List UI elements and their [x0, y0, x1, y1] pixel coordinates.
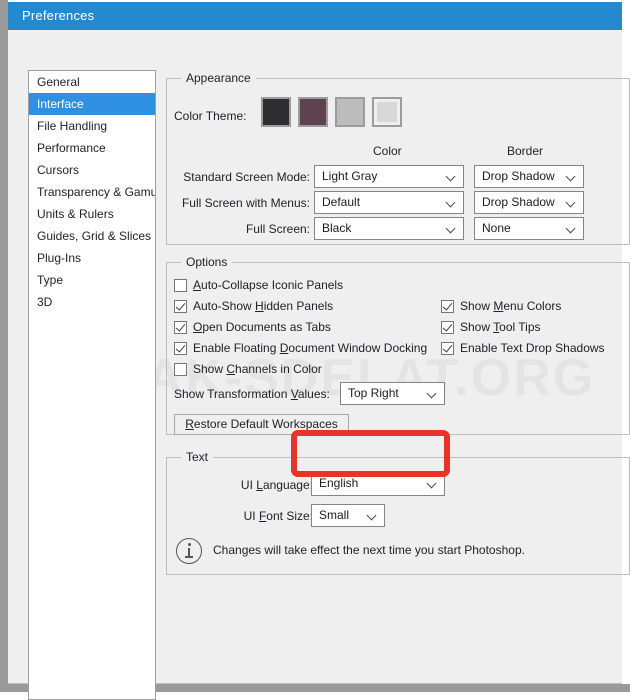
chevron-down-icon — [428, 480, 437, 486]
window-chrome-left — [0, 0, 8, 686]
appearance-border-value: Drop Shadow — [482, 169, 555, 183]
appearance-border-value: None — [482, 221, 511, 235]
appearance-border-select-0[interactable]: Drop Shadow — [474, 165, 584, 188]
sidebar-item-cursors[interactable]: Cursors — [29, 159, 155, 181]
checkbox-enable-floating-document-window-docking[interactable]: Enable Floating Document Window Docking — [174, 341, 427, 355]
checkbox-enable-text-drop-shadows[interactable]: Enable Text Drop Shadows — [441, 341, 605, 355]
appearance-border-value: Drop Shadow — [482, 195, 555, 209]
chevron-down-icon — [567, 173, 576, 179]
transformation-values-select[interactable]: Top Right — [340, 382, 445, 405]
sidebar-item-general[interactable]: General — [29, 71, 155, 93]
color-theme-swatch-light-gray[interactable] — [372, 97, 402, 127]
sidebar-item-transparency-gamut[interactable]: Transparency & Gamut — [29, 181, 155, 203]
transformation-values-value: Top Right — [348, 386, 399, 400]
window-title: Preferences — [22, 8, 95, 23]
sidebar-item-3d[interactable]: 3D — [29, 291, 155, 313]
appearance-group-title: Appearance — [181, 71, 256, 85]
color-theme-swatch-medium-gray[interactable] — [335, 97, 365, 127]
restore-default-workspaces-button[interactable]: Restore Default Workspaces — [174, 414, 349, 435]
sidebar-item-guides-grid-slices[interactable]: Guides, Grid & Slices — [29, 225, 155, 247]
checkbox-box[interactable] — [174, 320, 187, 334]
preferences-window: Preferences KAK-SDELAT.ORG General Interf… — [0, 0, 630, 700]
sidebar-item-performance[interactable]: Performance — [29, 137, 155, 159]
sidebar-item-plug-ins[interactable]: Plug-Ins — [29, 247, 155, 269]
checkbox-label: Enable Floating Document Window Docking — [193, 341, 428, 355]
sidebar-item-interface[interactable]: Interface — [29, 93, 155, 115]
color-theme-label: Color Theme: — [174, 109, 247, 123]
color-theme-swatch-plum[interactable] — [298, 97, 328, 127]
info-icon — [176, 538, 202, 564]
checkbox-box[interactable] — [441, 320, 454, 334]
appearance-border-select-1[interactable]: Drop Shadow — [474, 191, 584, 214]
checkbox-show-channels-in-color[interactable]: Show Channels in Color — [174, 362, 322, 376]
sidebar-item-file-handling[interactable]: File Handling — [29, 115, 155, 137]
checkbox-box[interactable] — [441, 299, 454, 313]
appearance-border-select-2[interactable]: None — [474, 217, 584, 240]
checkbox-label: Open Documents as Tabs — [193, 320, 331, 334]
ui-font-size-value: Small — [319, 508, 350, 522]
ui-language-value: English — [319, 476, 359, 490]
chevron-down-icon — [567, 199, 576, 205]
category-list[interactable]: General Interface File Handling Performance… — [28, 70, 156, 700]
checkbox-box[interactable] — [174, 341, 187, 355]
checkbox-auto-collapse-iconic-panels[interactable]: Auto-Collapse Iconic Panels — [174, 278, 343, 292]
sidebar-item-units-rulers[interactable]: Units & Rulers — [29, 203, 155, 225]
ui-font-size-select[interactable]: Small — [311, 504, 385, 527]
checkbox-box[interactable] — [174, 362, 187, 376]
chevron-down-icon — [567, 225, 576, 231]
chevron-down-icon — [447, 199, 456, 205]
border-column-header: Border — [507, 144, 544, 158]
appearance-color-select-1[interactable]: Default — [314, 191, 464, 214]
chevron-down-icon — [447, 225, 456, 231]
color-column-header: Color — [373, 144, 402, 158]
checkbox-box[interactable] — [174, 299, 187, 313]
restart-note: Changes will take effect the next time y… — [213, 543, 525, 557]
checkbox-label: Show Channels in Color — [193, 362, 322, 376]
appearance-color-value: Black — [322, 221, 352, 235]
checkbox-auto-show-hidden-panels[interactable]: Auto-Show Hidden Panels — [174, 299, 333, 313]
checkbox-open-documents-as-tabs[interactable]: Open Documents as Tabs — [174, 320, 331, 334]
sidebar-item-type[interactable]: Type — [29, 269, 155, 291]
checkbox-box[interactable] — [174, 278, 187, 292]
swatch-fill — [263, 99, 289, 125]
swatch-fill — [377, 102, 397, 122]
ui-language-select[interactable]: English — [311, 472, 445, 496]
title-bar: Preferences — [8, 2, 622, 30]
appearance-color-value: Default — [322, 195, 361, 209]
checkbox-show-menu-colors[interactable]: Show Menu Colors — [441, 299, 561, 313]
appearance-row-label-1: Full Screen with Menus: — [181, 196, 310, 210]
appearance-row-label-0: Standard Screen Mode: — [183, 170, 310, 184]
checkbox-label: Show Menu Colors — [460, 299, 562, 313]
checkbox-label: Enable Text Drop Shadows — [460, 341, 605, 355]
appearance-color-select-0[interactable]: Light Gray — [314, 165, 464, 188]
swatch-fill — [337, 99, 363, 125]
checkbox-show-tool-tips[interactable]: Show Tool Tips — [441, 320, 541, 334]
ui-font-size-label: UI Font Size: — [243, 509, 313, 523]
checkbox-label: Show Tool Tips — [460, 320, 541, 334]
checkbox-box[interactable] — [441, 341, 454, 355]
appearance-color-select-2[interactable]: Black — [314, 217, 464, 240]
chevron-down-icon — [428, 390, 437, 396]
appearance-color-value: Light Gray — [322, 169, 378, 183]
checkbox-label: Auto-Collapse Iconic Panels — [193, 278, 344, 292]
text-group-title: Text — [181, 450, 214, 464]
checkbox-label: Auto-Show Hidden Panels — [193, 299, 334, 313]
swatch-fill — [300, 99, 326, 125]
dialog-body: KAK-SDELAT.ORG General Interface File Hand… — [8, 30, 630, 700]
appearance-row-label-2: Full Screen: — [245, 222, 310, 236]
chevron-down-icon — [447, 173, 456, 179]
options-group-title: Options — [181, 255, 233, 269]
chevron-down-icon — [368, 512, 377, 518]
ui-language-label: UI Language: — [240, 478, 313, 492]
color-theme-swatch-dark[interactable] — [261, 97, 291, 127]
transformation-values-label: Show Transformation Values: — [174, 387, 330, 401]
